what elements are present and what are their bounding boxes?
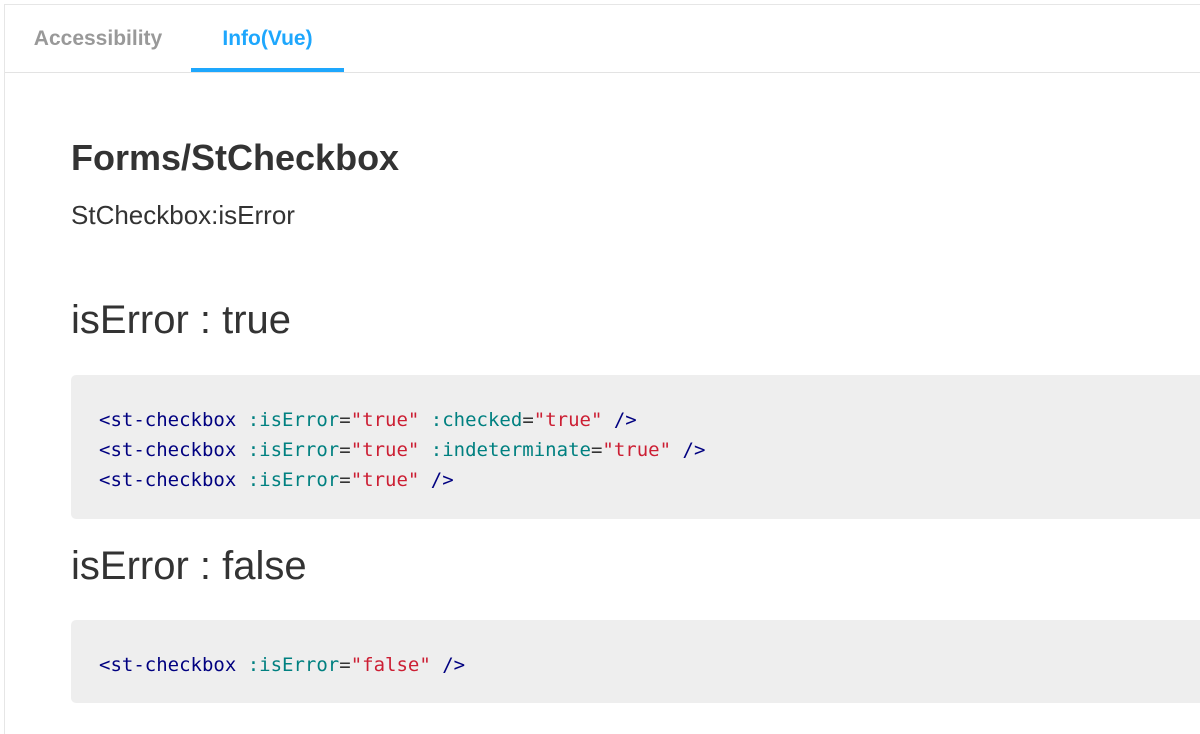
code-tag: <st-checkbox: [99, 654, 237, 676]
tab-bar: Accessibility Info(Vue): [5, 5, 1200, 73]
code-tag-close: />: [613, 409, 637, 431]
code-tag-close: />: [682, 439, 706, 461]
code-line: <st-checkbox :isError="true" :indetermin…: [99, 435, 1200, 465]
code-equals: =: [339, 469, 351, 491]
code-attr: :isError: [247, 654, 340, 676]
code-attr: :checked: [430, 409, 523, 431]
section-heading-iserror-true: isError : true: [71, 298, 292, 342]
code-tag-close: />: [430, 469, 454, 491]
code-block-iserror-false: <st-checkbox :isError="false" />: [71, 620, 1200, 703]
page-title: Forms/StCheckbox: [71, 137, 400, 178]
code-tag: <st-checkbox: [99, 469, 237, 491]
code-equals: =: [339, 654, 351, 676]
code-string: "false": [350, 654, 431, 676]
code-equals: =: [522, 409, 534, 431]
section-heading-iserror-false: isError : false: [71, 544, 307, 588]
code-string: "true": [350, 439, 420, 461]
code-equals: =: [590, 439, 603, 461]
code-string: "true": [533, 409, 603, 431]
code-tag: <st-checkbox: [99, 439, 237, 461]
addon-panel: Accessibility Info(Vue) Forms/StCheckbox…: [4, 4, 1200, 734]
code-string: "true": [350, 409, 420, 431]
code-string: "true": [602, 439, 672, 461]
code-tag: <st-checkbox: [99, 409, 237, 431]
code-tag-close: />: [442, 654, 466, 676]
tab-info-vue[interactable]: Info(Vue): [191, 5, 344, 72]
code-equals: =: [339, 439, 351, 461]
code-attr: :isError: [247, 439, 340, 461]
code-block-iserror-true: <st-checkbox :isError="true" :checked="t…: [71, 375, 1200, 519]
code-string: "true": [350, 469, 420, 491]
code-attr: :indeterminate: [430, 439, 591, 461]
code-equals: =: [339, 409, 351, 431]
code-line: <st-checkbox :isError="true" :checked="t…: [99, 405, 1200, 435]
tab-accessibility[interactable]: Accessibility: [5, 5, 191, 72]
code-line: <st-checkbox :isError="true" />: [99, 465, 1200, 495]
code-attr: :isError: [247, 469, 340, 491]
code-attr: :isError: [247, 409, 340, 431]
code-line: <st-checkbox :isError="false" />: [99, 650, 1200, 680]
page-subtitle: StCheckbox:isError: [71, 200, 295, 230]
